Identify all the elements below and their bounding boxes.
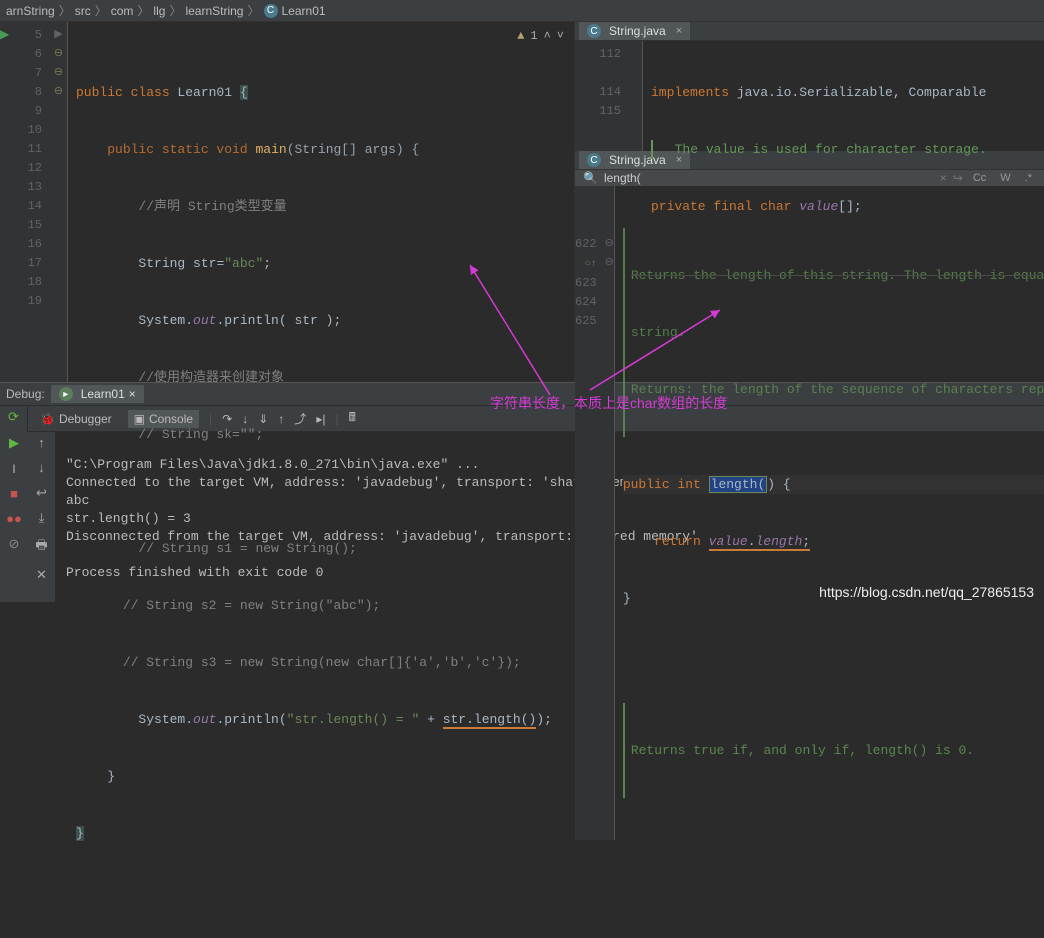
crumb[interactable]: Learn01 <box>282 4 326 18</box>
debug-label: Debug: <box>6 387 45 401</box>
console-left-rail[interactable]: ↑ ↓ ↩ ⤓ 🖶 ✕ <box>28 432 56 602</box>
debug-left-rail[interactable]: ▶ ‖ ■ ●● ⊘ <box>0 432 28 602</box>
line-gutter: 622 ○↑ 623624625 <box>575 186 605 840</box>
run-icon: ▸ <box>59 387 73 401</box>
chevron-up-icon[interactable]: ˄ <box>544 27 551 46</box>
resume-icon[interactable]: ▶ <box>9 436 19 451</box>
bug-icon: 🐞 <box>40 412 55 426</box>
line-gutter: 112 114115 <box>575 41 629 151</box>
stop-icon[interactable]: ■ <box>10 487 18 502</box>
fold-gutter[interactable]: ▶⊖⊖ ⊖ <box>50 22 68 382</box>
watermark: https://blog.csdn.net/qq_27865153 <box>819 584 1034 600</box>
close-icon[interactable]: × <box>676 25 682 37</box>
override-icon[interactable]: ○↑ <box>585 259 597 270</box>
chevron-down-icon[interactable]: ˅ <box>557 27 564 46</box>
run-gutter-icon[interactable]: ▶ <box>0 26 9 45</box>
editor-string-upper[interactable]: 112 114115 implements java.io.Serializab… <box>575 41 1044 151</box>
editor-main[interactable]: ▶5 678 91011 121314 151617 1819 ▶⊖⊖ ⊖ ▲1… <box>0 22 574 382</box>
crumb[interactable]: llg <box>153 4 165 18</box>
mute-breakpoints-icon[interactable]: ⊘ <box>9 537 20 552</box>
pause-icon[interactable]: ‖ <box>12 461 16 477</box>
editor-string-lower[interactable]: 622 ○↑ 623624625 ⊖⊖ Returns the length o… <box>575 186 1044 840</box>
crumb[interactable]: arnString <box>6 4 55 18</box>
crumb[interactable]: src <box>75 4 91 18</box>
down-icon[interactable]: ↓ <box>38 461 46 476</box>
print-icon[interactable]: 🖶 <box>35 536 47 558</box>
clear-icon[interactable]: ✕ <box>36 568 47 583</box>
rerun-icon[interactable]: ⟳ <box>8 410 19 425</box>
class-icon: C <box>587 153 601 167</box>
tab-string-upper[interactable]: C String.java× <box>579 22 690 40</box>
breadcrumb[interactable]: arnString〉 src〉 com〉 llg〉 learnString〉 C… <box>0 0 1044 22</box>
inspection-badge[interactable]: ▲1 ˄ ˅ <box>517 27 564 46</box>
search-icon: 🔍 <box>583 171 598 185</box>
scroll-end-icon[interactable]: ⤓ <box>39 511 45 526</box>
soft-wrap-icon[interactable]: ↩ <box>36 486 47 501</box>
class-icon: C <box>264 4 278 18</box>
crumb[interactable]: learnString <box>185 4 243 18</box>
view-breakpoints-icon[interactable]: ●● <box>6 512 22 527</box>
crumb[interactable]: com <box>111 4 134 18</box>
class-icon: C <box>587 24 601 38</box>
code-area[interactable]: ▲1 ˄ ˅ public class Learn01 { public sta… <box>68 22 574 382</box>
up-icon[interactable]: ↑ <box>38 436 46 451</box>
line-gutter: ▶5 678 91011 121314 151617 1819 <box>0 22 50 382</box>
